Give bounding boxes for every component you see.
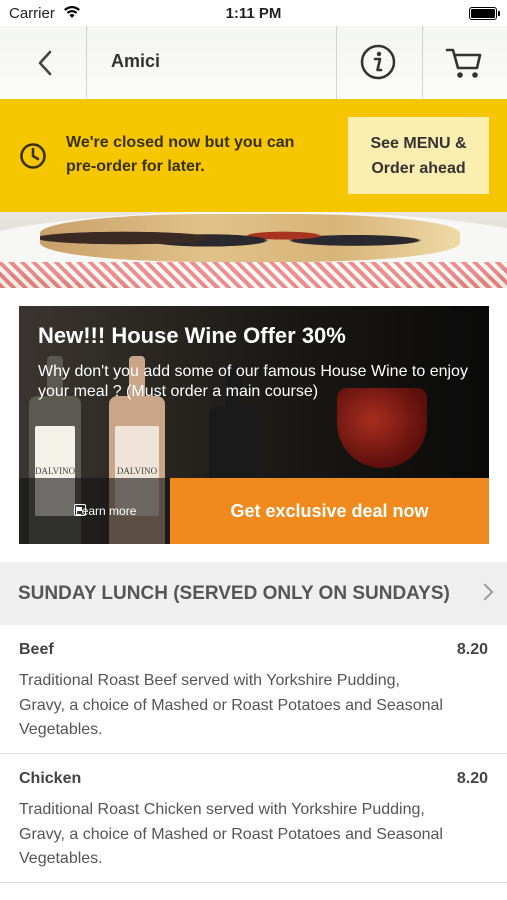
- item-description: Traditional Roast Beef served with Yorks…: [19, 672, 443, 738]
- item-name: Beef: [19, 641, 54, 658]
- menu-item[interactable]: Chicken 8.20 Traditional Roast Chicken s…: [0, 754, 507, 883]
- learn-more-icon: [74, 504, 86, 516]
- clock-icon: [19, 142, 47, 175]
- clock-time: 1:11 PM: [225, 5, 282, 22]
- page-title: Amici: [111, 51, 161, 71]
- status-bar: Carrier 1:11 PM: [0, 0, 507, 26]
- bottle-brand: DALVINO: [35, 466, 76, 476]
- menu-section-header[interactable]: SUNDAY LUNCH (SERVED ONLY ON SUNDAYS): [0, 562, 507, 625]
- item-price: 8.20: [456, 641, 488, 658]
- chevron-right-icon: [476, 583, 494, 601]
- cta-line-2: Order ahead: [371, 159, 466, 177]
- divider: [336, 26, 337, 99]
- learn-more-link[interactable]: Learn more: [19, 478, 170, 544]
- divider: [86, 26, 87, 99]
- get-deal-button[interactable]: Get exclusive deal now: [170, 478, 489, 544]
- see-menu-order-ahead-button[interactable]: See MENU & Order ahead: [348, 117, 489, 194]
- cart-icon[interactable]: [444, 44, 484, 82]
- item-description: Traditional Roast Chicken served with Yo…: [19, 801, 443, 867]
- item-price: 8.20: [456, 770, 488, 787]
- battery-icon: [469, 7, 500, 20]
- promo-title: New!!! House Wine Offer 30%: [38, 323, 346, 348]
- section-title: SUNDAY LUNCH (SERVED ONLY ON SUNDAYS): [18, 583, 450, 604]
- promo-description: Why don't you add some of our famous Hou…: [38, 363, 468, 400]
- bottle-brand: DALVINO: [116, 466, 158, 476]
- menu-item[interactable]: Beef 8.20 Traditional Roast Beef served …: [0, 625, 507, 754]
- cta-line-1: See MENU &: [370, 134, 467, 152]
- closed-notice-banner: We're closed now but you can pre-order f…: [0, 99, 507, 212]
- item-name: Chicken: [19, 770, 82, 787]
- back-chevron-icon[interactable]: [30, 44, 60, 82]
- pasta-graphic: [40, 214, 460, 262]
- closed-message: We're closed now but you can pre-order f…: [66, 134, 295, 175]
- divider: [422, 26, 423, 99]
- wine-offer-card[interactable]: DALVINO DALVINO New!!! House Wine Offer …: [19, 306, 489, 544]
- nav-bar: Amici: [0, 26, 507, 99]
- tablecloth-graphic: [0, 262, 507, 288]
- info-icon[interactable]: [358, 42, 398, 82]
